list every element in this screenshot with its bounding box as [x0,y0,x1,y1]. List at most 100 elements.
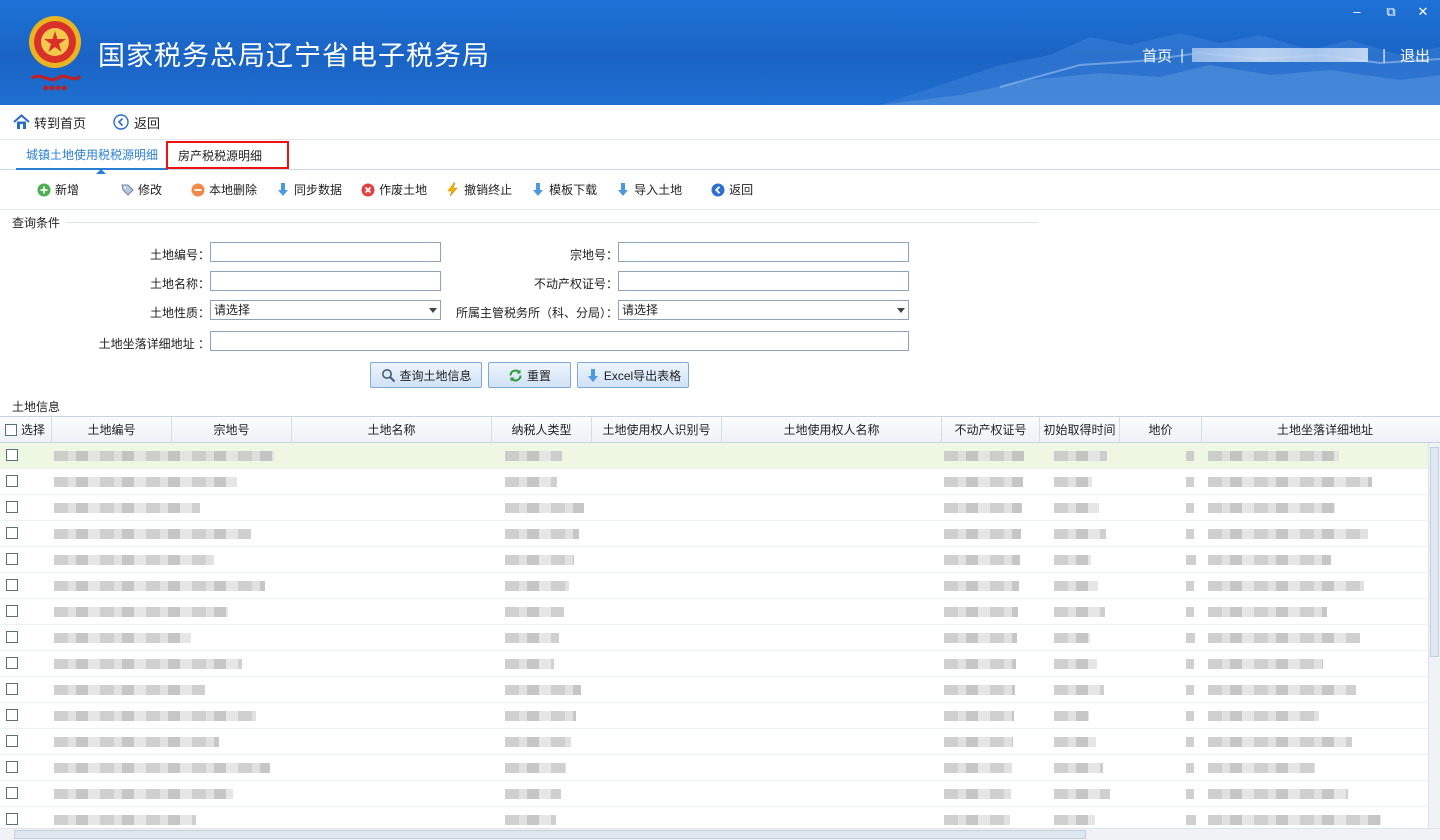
redacted-cell [505,737,571,747]
row-checkbox[interactable] [6,475,18,487]
redacted-cell [1054,763,1103,773]
property-cert-input[interactable] [618,271,909,291]
go-home-button[interactable]: 转到首页 [12,113,86,132]
row-checkbox[interactable] [6,735,18,747]
table-row[interactable] [0,651,1428,677]
land-no-label: 土地编号： [149,248,210,262]
table-row[interactable] [0,729,1428,755]
select-all-header: 选择 [0,417,52,443]
select-all-checkbox[interactable] [5,424,17,436]
table-row[interactable] [0,443,1428,469]
vertical-scrollbar[interactable] [1428,443,1440,829]
table-row[interactable] [0,625,1428,651]
row-checkbox[interactable] [6,449,18,461]
redacted-cell [944,659,1016,669]
parcel-no-input[interactable] [618,242,909,262]
column-header[interactable]: 土地编号 [52,417,172,443]
tab-label: 房产税税源明细 [178,149,263,163]
import-land-button[interactable]: 导入土地 [615,181,682,198]
redacted-cell [54,685,205,695]
column-header[interactable]: 土地坐落详细地址 [1202,417,1440,443]
table-row[interactable] [0,547,1428,573]
land-nature-select[interactable]: 请选择 [210,300,441,320]
nav-home-link[interactable]: 首页 [1142,45,1172,66]
redacted-cell [54,815,196,825]
row-checkbox[interactable] [6,553,18,565]
search-land-button[interactable]: 查询土地信息 [370,362,482,388]
row-checkbox[interactable] [6,709,18,721]
import-label: 导入土地 [634,183,683,197]
minimize-icon[interactable]: ‒ [1346,4,1368,22]
row-checkbox[interactable] [6,631,18,643]
redacted-cell [1208,789,1348,799]
table-row[interactable] [0,781,1428,807]
redacted-cell [1208,737,1352,747]
revoke-termination-button[interactable]: 撤销终止 [445,181,512,198]
column-header[interactable]: 纳税人类型 [492,417,592,443]
template-download-button[interactable]: 模板下载 [530,181,597,198]
row-checkbox[interactable] [6,605,18,617]
restore-icon[interactable]: ⧉ [1380,4,1402,22]
land-no-input[interactable] [210,242,441,262]
tab-land-tax-source[interactable]: 城镇土地使用税税源明细 [16,142,169,174]
edit-button[interactable]: 修改 [119,181,162,198]
redacted-cell [944,633,1017,643]
table-row[interactable] [0,521,1428,547]
row-checkbox[interactable] [6,527,18,539]
scroll-thumb[interactable] [14,830,1086,839]
table-row[interactable] [0,755,1428,781]
horizontal-scrollbar[interactable] [0,828,1440,840]
import-arrow-icon [615,182,631,198]
add-button[interactable]: 新增 [36,181,79,198]
table-row[interactable] [0,573,1428,599]
row-checkbox[interactable] [6,657,18,669]
sync-data-button[interactable]: 同步数据 [275,181,342,198]
redacted-cell [1208,503,1335,513]
column-header[interactable]: 土地名称 [292,417,492,443]
add-label: 新增 [55,183,80,197]
redacted-cell [944,763,1012,773]
toolbar-back-button[interactable]: 返回 [710,181,753,198]
site-title: 国家税务总局辽宁省电子税务局 [98,41,490,71]
column-header[interactable]: 宗地号 [172,417,292,443]
redacted-cell [1208,477,1372,487]
redacted-cell [505,711,576,721]
close-icon[interactable]: ✕ [1412,4,1434,22]
tax-office-label: 所属主管税务所（科、分局）： [455,306,618,320]
redacted-cell [54,737,219,747]
excel-export-button[interactable]: Excel导出表格 [577,362,689,388]
row-checkbox[interactable] [6,761,18,773]
row-checkbox[interactable] [6,787,18,799]
land-info-grid: 选择 土地编号 宗地号 土地名称 纳税人类型 土地使用权人识别号 土地使用权人名… [0,416,1440,840]
column-header[interactable]: 地价 [1120,417,1202,443]
column-header[interactable]: 初始取得时间 [1040,417,1120,443]
redacted-cell [54,607,228,617]
table-row[interactable] [0,469,1428,495]
table-row[interactable] [0,495,1428,521]
nav-logout-link[interactable]: 退出 [1400,45,1430,66]
tax-office-select[interactable]: 请选择 [618,300,909,320]
back-arrow-circle-icon [710,182,726,198]
table-row[interactable] [0,599,1428,625]
export-arrow-icon [585,367,601,383]
reset-button[interactable]: 重置 [488,362,571,388]
local-delete-button[interactable]: 本地删除 [190,181,257,198]
table-row[interactable] [0,677,1428,703]
land-name-input[interactable] [210,271,441,291]
row-checkbox[interactable] [6,579,18,591]
row-checkbox[interactable] [6,501,18,513]
address-input[interactable] [210,331,909,351]
void-land-button[interactable]: 作废土地 [360,181,427,198]
column-header[interactable]: 不动产权证号 [942,417,1040,443]
column-header[interactable]: 土地使用权人名称 [722,417,942,443]
chevron-down-icon [897,308,905,313]
row-checkbox[interactable] [6,813,18,825]
tab-house-tax-source[interactable]: 房产税税源明细 [166,141,289,169]
column-header[interactable]: 土地使用权人识别号 [592,417,722,443]
scroll-thumb[interactable] [1430,447,1439,657]
void-land-label: 作废土地 [379,183,428,197]
row-checkbox[interactable] [6,683,18,695]
back-button[interactable]: 返回 [112,113,160,132]
redacted-cell [1208,555,1331,565]
table-row[interactable] [0,703,1428,729]
